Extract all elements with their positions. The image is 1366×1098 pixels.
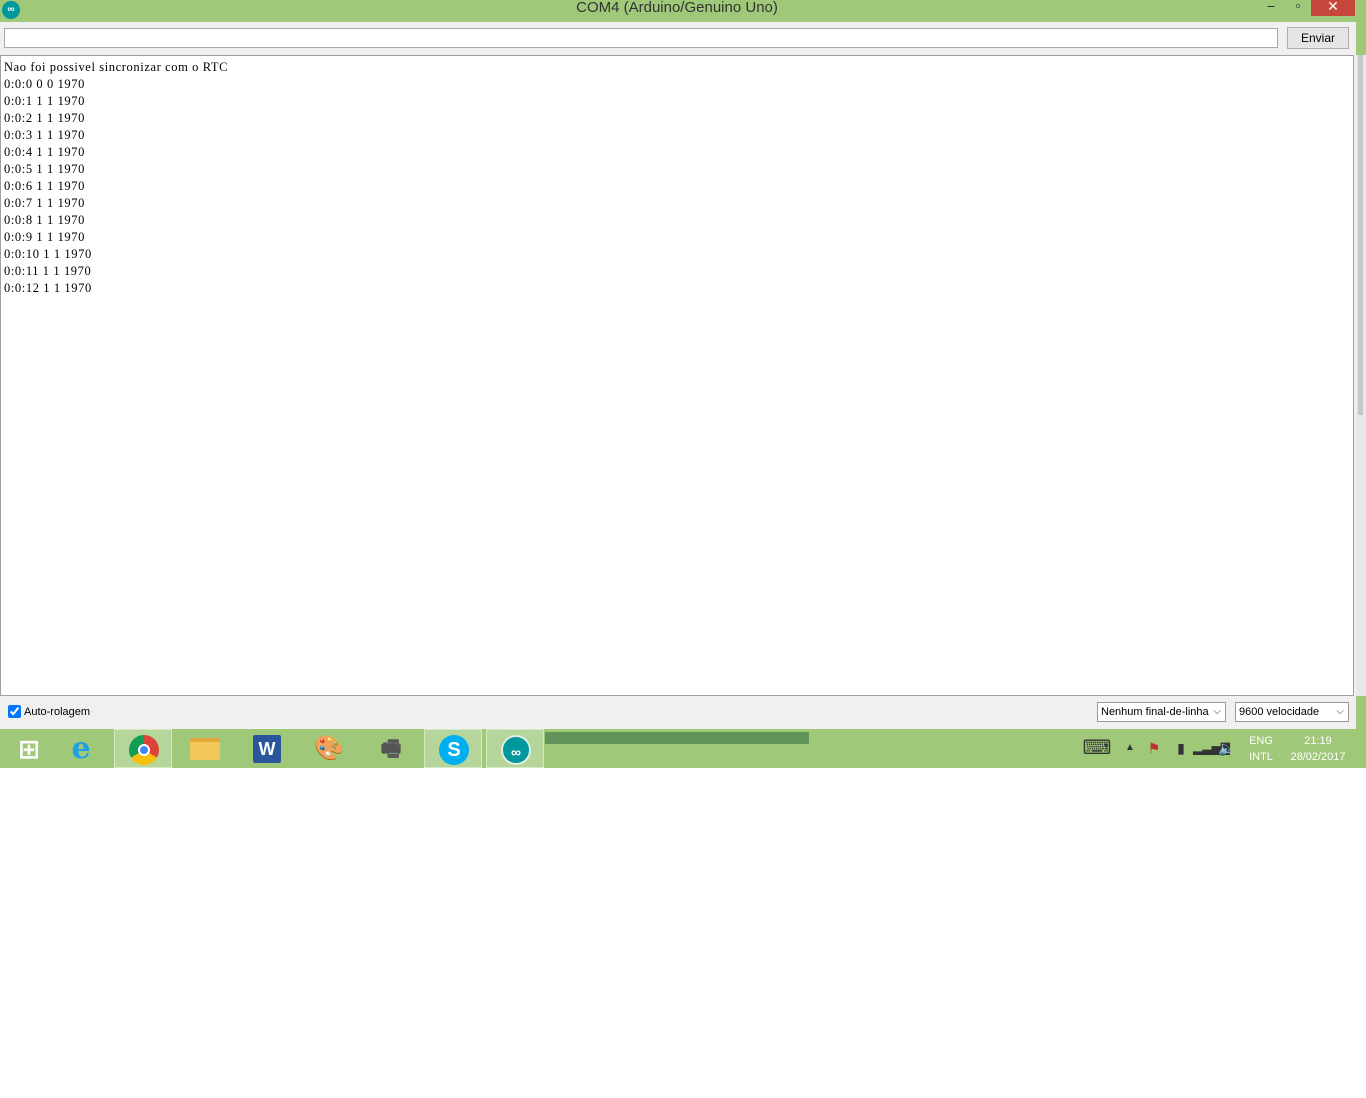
serial-line: 0:0:3 1 1 1970 [4, 128, 85, 142]
serial-line: 0:0:6 1 1 1970 [4, 179, 85, 193]
window-client-area: Enviar Nao foi possivel sincronizar com … [0, 22, 1366, 729]
taskbar-fax[interactable]: 🖷 [362, 729, 420, 768]
serial-line: 0:0:11 1 1 1970 [4, 264, 92, 278]
taskbar-word[interactable]: W [238, 729, 296, 768]
arduino-icon: ∞ [501, 735, 531, 765]
scrollbar-thumb[interactable] [1358, 55, 1363, 415]
word-icon: W [253, 735, 281, 763]
chevron-down-icon: ⌵ [1213, 706, 1221, 717]
serial-line: 0:0:2 1 1 1970 [4, 111, 85, 125]
maximize-button[interactable]: ▫ [1285, 0, 1311, 16]
taskbar-file-explorer[interactable] [176, 729, 234, 768]
taskbar-internet-explorer[interactable]: e [52, 729, 110, 768]
windows-logo-icon: ⊞ [18, 734, 40, 764]
serial-line: 0:0:1 1 1 1970 [4, 94, 85, 108]
paint-palette-icon: 🎨 [314, 735, 344, 762]
action-center-flag-icon[interactable]: ⚑ [1145, 737, 1163, 759]
baud-rate-value: 9600 velocidade [1239, 706, 1320, 718]
serial-line: 0:0:7 1 1 1970 [4, 196, 85, 210]
clock-date: 28/02/2017 [1290, 751, 1346, 763]
send-button[interactable]: Enviar [1287, 27, 1349, 49]
show-hidden-icons-icon[interactable]: ▲ [1124, 737, 1136, 759]
send-input[interactable] [4, 28, 1278, 48]
language-code: ENG [1249, 735, 1273, 747]
window-title: COM4 (Arduino/Genuino Uno) [576, 0, 778, 16]
vertical-scrollbar[interactable] [1356, 55, 1366, 696]
taskbar: ⊞ e W 🎨 🖷 S ∞ ⌨ ▲ ⚑ ▮ ▂▃▅▇ 🔈 ENG INTL 21… [0, 729, 1366, 768]
serial-line: 0:0:8 1 1 1970 [4, 213, 85, 227]
clock-time: 21:19 [1304, 735, 1332, 747]
baud-rate-select[interactable]: 9600 velocidade ⌵ [1235, 702, 1349, 722]
autoscroll-checkbox[interactable] [8, 705, 21, 718]
line-ending-select[interactable]: Nenhum final-de-linha ⌵ [1097, 702, 1226, 722]
serial-line: 0:0:9 1 1 1970 [4, 230, 85, 244]
keyboard-layout: INTL [1249, 751, 1273, 763]
battery-icon[interactable]: ▮ [1173, 737, 1189, 759]
desktop-screen: ∞ COM4 (Arduino/Genuino Uno) – ▫ ✕ Envia… [0, 0, 1366, 1098]
taskbar-chrome[interactable] [114, 729, 172, 768]
serial-line: 0:0:5 1 1 1970 [4, 162, 85, 176]
line-ending-value: Nenhum final-de-linha [1101, 706, 1209, 718]
internet-explorer-icon: e [71, 731, 91, 766]
taskbar-paint[interactable]: 🎨 [300, 729, 358, 768]
skype-icon: S [439, 735, 469, 765]
serial-line: 0:0:12 1 1 1970 [4, 281, 92, 295]
autoscroll-label: Auto-rolagem [24, 706, 91, 718]
serial-monitor-window: ∞ COM4 (Arduino/Genuino Uno) – ▫ ✕ Envia… [0, 0, 1366, 733]
serial-line: 0:0:10 1 1 1970 [4, 247, 92, 261]
title-bar[interactable]: ∞ COM4 (Arduino/Genuino Uno) – ▫ ✕ [0, 0, 1366, 22]
serial-line: 0:0:4 1 1 1970 [4, 145, 85, 159]
start-button[interactable]: ⊞ [0, 729, 58, 768]
minimize-button[interactable]: – [1258, 0, 1284, 16]
close-button[interactable]: ✕ [1311, 0, 1355, 16]
system-clock[interactable]: 21:19 28/02/2017 [1284, 733, 1352, 765]
taskbar-skype[interactable]: S [424, 729, 482, 768]
serial-output-area[interactable]: Nao foi possivel sincronizar com o RTC 0:… [0, 55, 1354, 696]
taskbar-preview-ghost [545, 732, 809, 744]
chrome-icon [129, 735, 159, 765]
chevron-down-icon: ⌵ [1336, 706, 1344, 717]
serial-line: 0:0:0 0 0 1970 [4, 77, 85, 91]
taskbar-arduino[interactable]: ∞ [486, 729, 544, 768]
input-language-indicator[interactable]: ENG INTL [1244, 733, 1278, 765]
touch-keyboard-icon[interactable]: ⌨ [1082, 737, 1112, 759]
serial-lines: Nao foi possivel sincronizar com o RTC 0:… [1, 56, 1353, 297]
network-signal-icon[interactable]: ▂▃▅▇ [1193, 737, 1230, 759]
fax-icon: 🖷 [380, 736, 402, 761]
folder-icon [190, 738, 220, 760]
volume-icon[interactable]: 🔈 [1218, 737, 1236, 759]
serial-line: Nao foi possivel sincronizar com o RTC [4, 60, 229, 74]
